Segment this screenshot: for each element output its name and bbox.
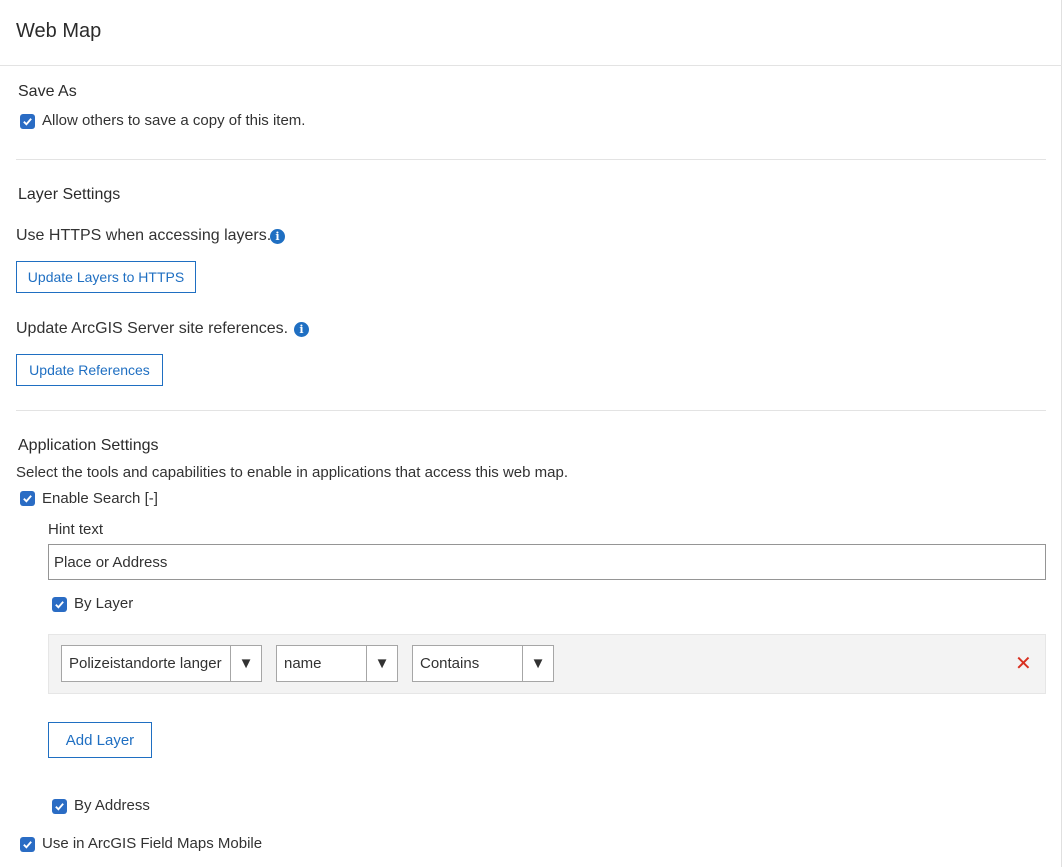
field-maps-label: Use in ArcGIS Field Maps Mobile — [42, 835, 263, 852]
field-select[interactable]: name ▼ — [276, 645, 398, 682]
references-text: Update ArcGIS Server site references. — [16, 320, 289, 337]
by-layer-label: By Layer — [74, 595, 134, 612]
application-settings-title: Application Settings — [18, 437, 159, 454]
enable-search-label[interactable]: Enable Search [-] — [42, 490, 158, 507]
by-layer-checkbox[interactable] — [52, 597, 67, 612]
dropdown-arrow-icon[interactable]: ▼ — [522, 646, 553, 681]
remove-layer-icon[interactable]: ✕ — [1015, 654, 1032, 674]
section-divider — [16, 159, 1046, 160]
save-as-title: Save As — [18, 83, 77, 100]
info-icon[interactable]: i — [294, 322, 309, 337]
layer-select[interactable]: Polizeistandorte langer ▼ — [61, 645, 262, 682]
check-icon — [55, 803, 64, 811]
add-layer-button[interactable]: Add Layer — [48, 722, 152, 758]
check-icon — [23, 495, 32, 503]
https-text: Use HTTPS when accessing layers. — [16, 227, 272, 244]
info-icon[interactable]: i — [270, 229, 285, 244]
check-icon — [55, 601, 64, 609]
field-maps-checkbox[interactable] — [20, 837, 35, 852]
allow-copy-checkbox[interactable] — [20, 114, 35, 129]
enable-search-checkbox[interactable] — [20, 491, 35, 506]
dropdown-arrow-icon[interactable]: ▼ — [366, 646, 397, 681]
hint-text-input[interactable]: Place or Address — [48, 544, 1046, 580]
header-divider — [0, 65, 1062, 66]
update-references-button[interactable]: Update References — [16, 354, 163, 386]
by-address-label: By Address — [74, 797, 150, 814]
layer-select-value: Polizeistandorte langer — [69, 655, 222, 672]
panel-frame — [0, 0, 1062, 867]
section-divider — [16, 410, 1046, 411]
operator-select[interactable]: Contains ▼ — [412, 645, 554, 682]
update-layers-https-button[interactable]: Update Layers to HTTPS — [16, 261, 196, 293]
by-address-checkbox[interactable] — [52, 799, 67, 814]
application-settings-description: Select the tools and capabilities to ena… — [16, 464, 568, 481]
allow-copy-label: Allow others to save a copy of this item… — [42, 112, 306, 129]
operator-select-value: Contains — [420, 655, 480, 672]
dropdown-arrow-icon[interactable]: ▼ — [230, 646, 261, 681]
check-icon — [23, 118, 32, 126]
check-icon — [23, 841, 32, 849]
hint-text-label: Hint text — [48, 521, 104, 538]
layer-settings-title: Layer Settings — [18, 186, 121, 203]
page-title: Web Map — [16, 20, 102, 42]
field-select-value: name — [284, 655, 322, 672]
